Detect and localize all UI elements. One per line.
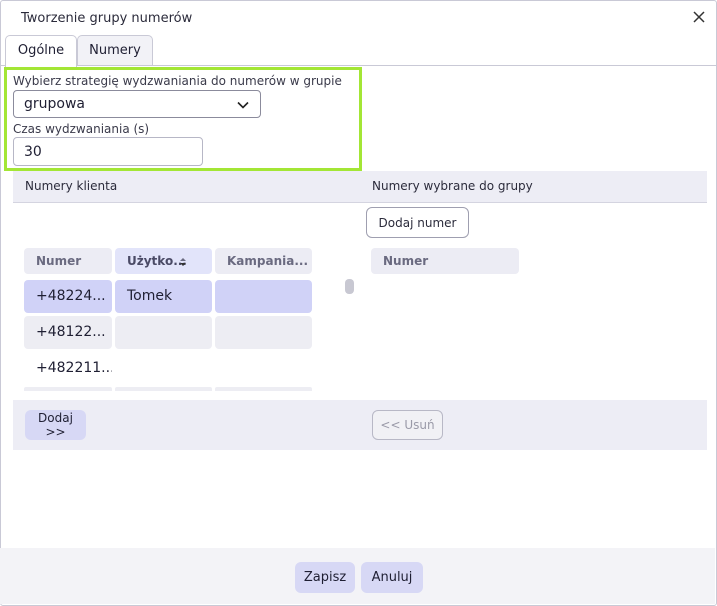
tab-numery-label: Numery <box>89 43 141 58</box>
add-to-group-button[interactable]: Dodaj >> <box>25 410 86 440</box>
column-header-uzytkownik-label: Użytko... <box>127 254 187 268</box>
table-cell-kampania[interactable] <box>215 352 312 385</box>
cancel-button[interactable]: Anuluj <box>361 562 423 593</box>
table-cell-uzytkownik[interactable] <box>115 316 212 349</box>
dialog-titlebar: Tworzenie grupy numerów <box>1 1 716 35</box>
column-header-kampania[interactable]: Kampania... <box>215 248 312 274</box>
client-numbers-header: Numery klienta <box>25 179 118 193</box>
scrollbar-thumb[interactable] <box>345 279 354 294</box>
table-cell-numer[interactable]: +48122... <box>24 316 112 349</box>
dialog-footer <box>0 548 715 604</box>
selected-numbers-header: Numery wybrane do grupy <box>372 179 533 193</box>
table-row-partial <box>115 387 212 391</box>
sort-icon <box>180 258 186 266</box>
strategy-select[interactable]: grupowa <box>13 90 261 118</box>
column-header-kampania-label: Kampania... <box>227 254 309 268</box>
add-number-button[interactable]: Dodaj numer <box>366 207 469 238</box>
time-label: Czas wydzwaniania (s) <box>13 122 150 136</box>
save-button[interactable]: Zapisz <box>295 562 355 593</box>
remove-from-group-button[interactable]: << Usuń <box>372 410 443 440</box>
table-cell-numer[interactable]: +482211... <box>24 352 112 385</box>
dialog-title: Tworzenie grupy numerów <box>21 11 193 26</box>
column-header-numer[interactable]: Numer <box>24 248 112 274</box>
strategy-select-value: grupowa <box>24 96 85 112</box>
selected-column-header-numer-label: Numer <box>383 254 429 268</box>
table-row-partial <box>215 387 312 391</box>
column-header-uzytkownik[interactable]: Użytko... <box>115 248 212 274</box>
tab-numery[interactable]: Numery <box>77 35 153 66</box>
numbers-panel-header: Numery klienta Numery wybrane do grupy <box>13 171 707 203</box>
column-header-numer-label: Numer <box>36 254 82 268</box>
close-icon[interactable] <box>690 8 708 26</box>
tab-divider <box>1 65 716 66</box>
strategy-label: Wybierz strategię wydzwaniania do numeró… <box>13 74 342 88</box>
table-row-partial <box>24 387 112 391</box>
table-cell-kampania[interactable] <box>215 280 312 313</box>
chevron-down-icon <box>237 101 249 109</box>
time-input[interactable] <box>13 137 203 166</box>
transfer-bar <box>13 400 707 450</box>
table-cell-kampania[interactable] <box>215 316 312 349</box>
tab-ogolne[interactable]: Ogólne <box>5 35 77 67</box>
tab-ogolne-label: Ogólne <box>17 43 65 58</box>
table-cell-uzytkownik[interactable] <box>115 352 212 385</box>
selected-column-header-numer[interactable]: Numer <box>371 248 519 274</box>
table-cell-uzytkownik[interactable]: Tomek <box>115 280 212 313</box>
table-cell-numer[interactable]: +48224... <box>24 280 112 313</box>
